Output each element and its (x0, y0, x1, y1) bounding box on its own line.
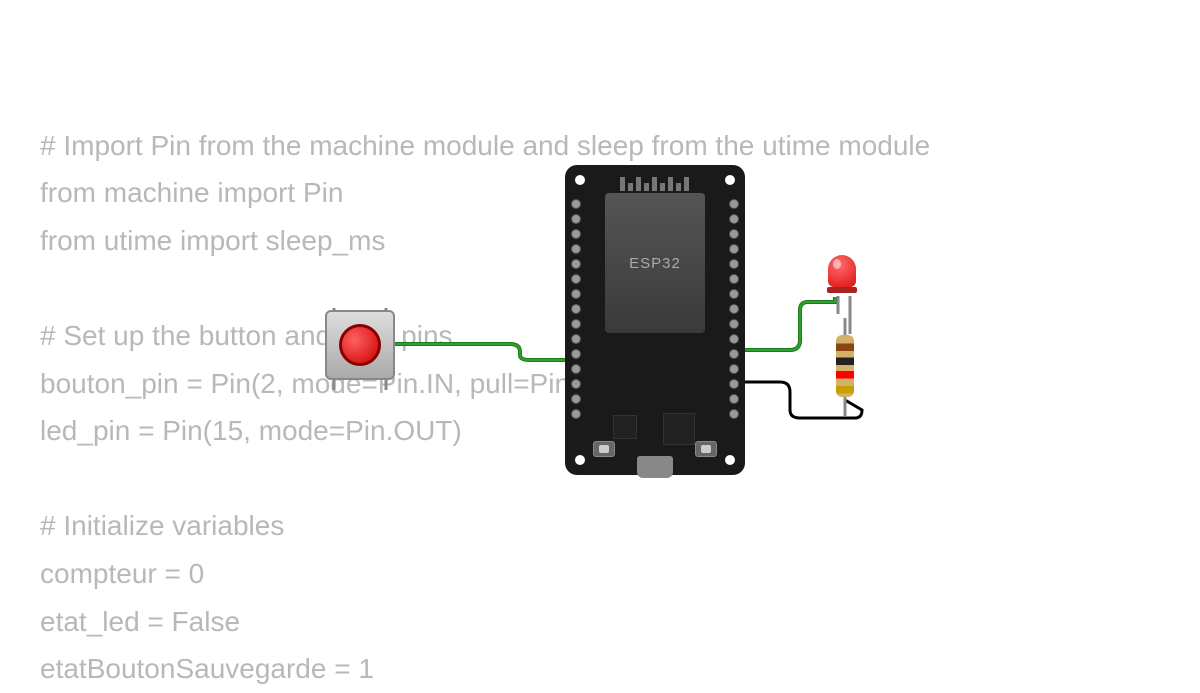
mounting-hole (572, 172, 588, 188)
code-line: etatBoutonSauvegarde = 1 (40, 653, 374, 684)
enable-button[interactable] (695, 441, 717, 457)
antenna-icon (620, 173, 690, 191)
push-button[interactable] (325, 310, 395, 380)
esp32-board[interactable]: ESP32 (565, 165, 745, 475)
regulator-chip-icon (613, 415, 637, 439)
mounting-hole (572, 452, 588, 468)
resistor[interactable] (836, 335, 854, 397)
esp32-shield: ESP32 (605, 193, 705, 333)
mounting-hole (722, 172, 738, 188)
usb-port-icon (637, 456, 673, 478)
pin-header-right (729, 199, 739, 419)
usb-chip-icon (663, 413, 695, 445)
boot-button[interactable] (593, 441, 615, 457)
pin-header-left (571, 199, 581, 419)
mounting-hole (722, 452, 738, 468)
led[interactable] (828, 255, 856, 295)
led-bulb-icon (828, 255, 856, 287)
led-base-icon (827, 287, 857, 293)
push-button-cap-icon (339, 324, 381, 366)
circuit-diagram: ESP32 (0, 0, 1200, 630)
esp32-label: ESP32 (629, 255, 681, 272)
